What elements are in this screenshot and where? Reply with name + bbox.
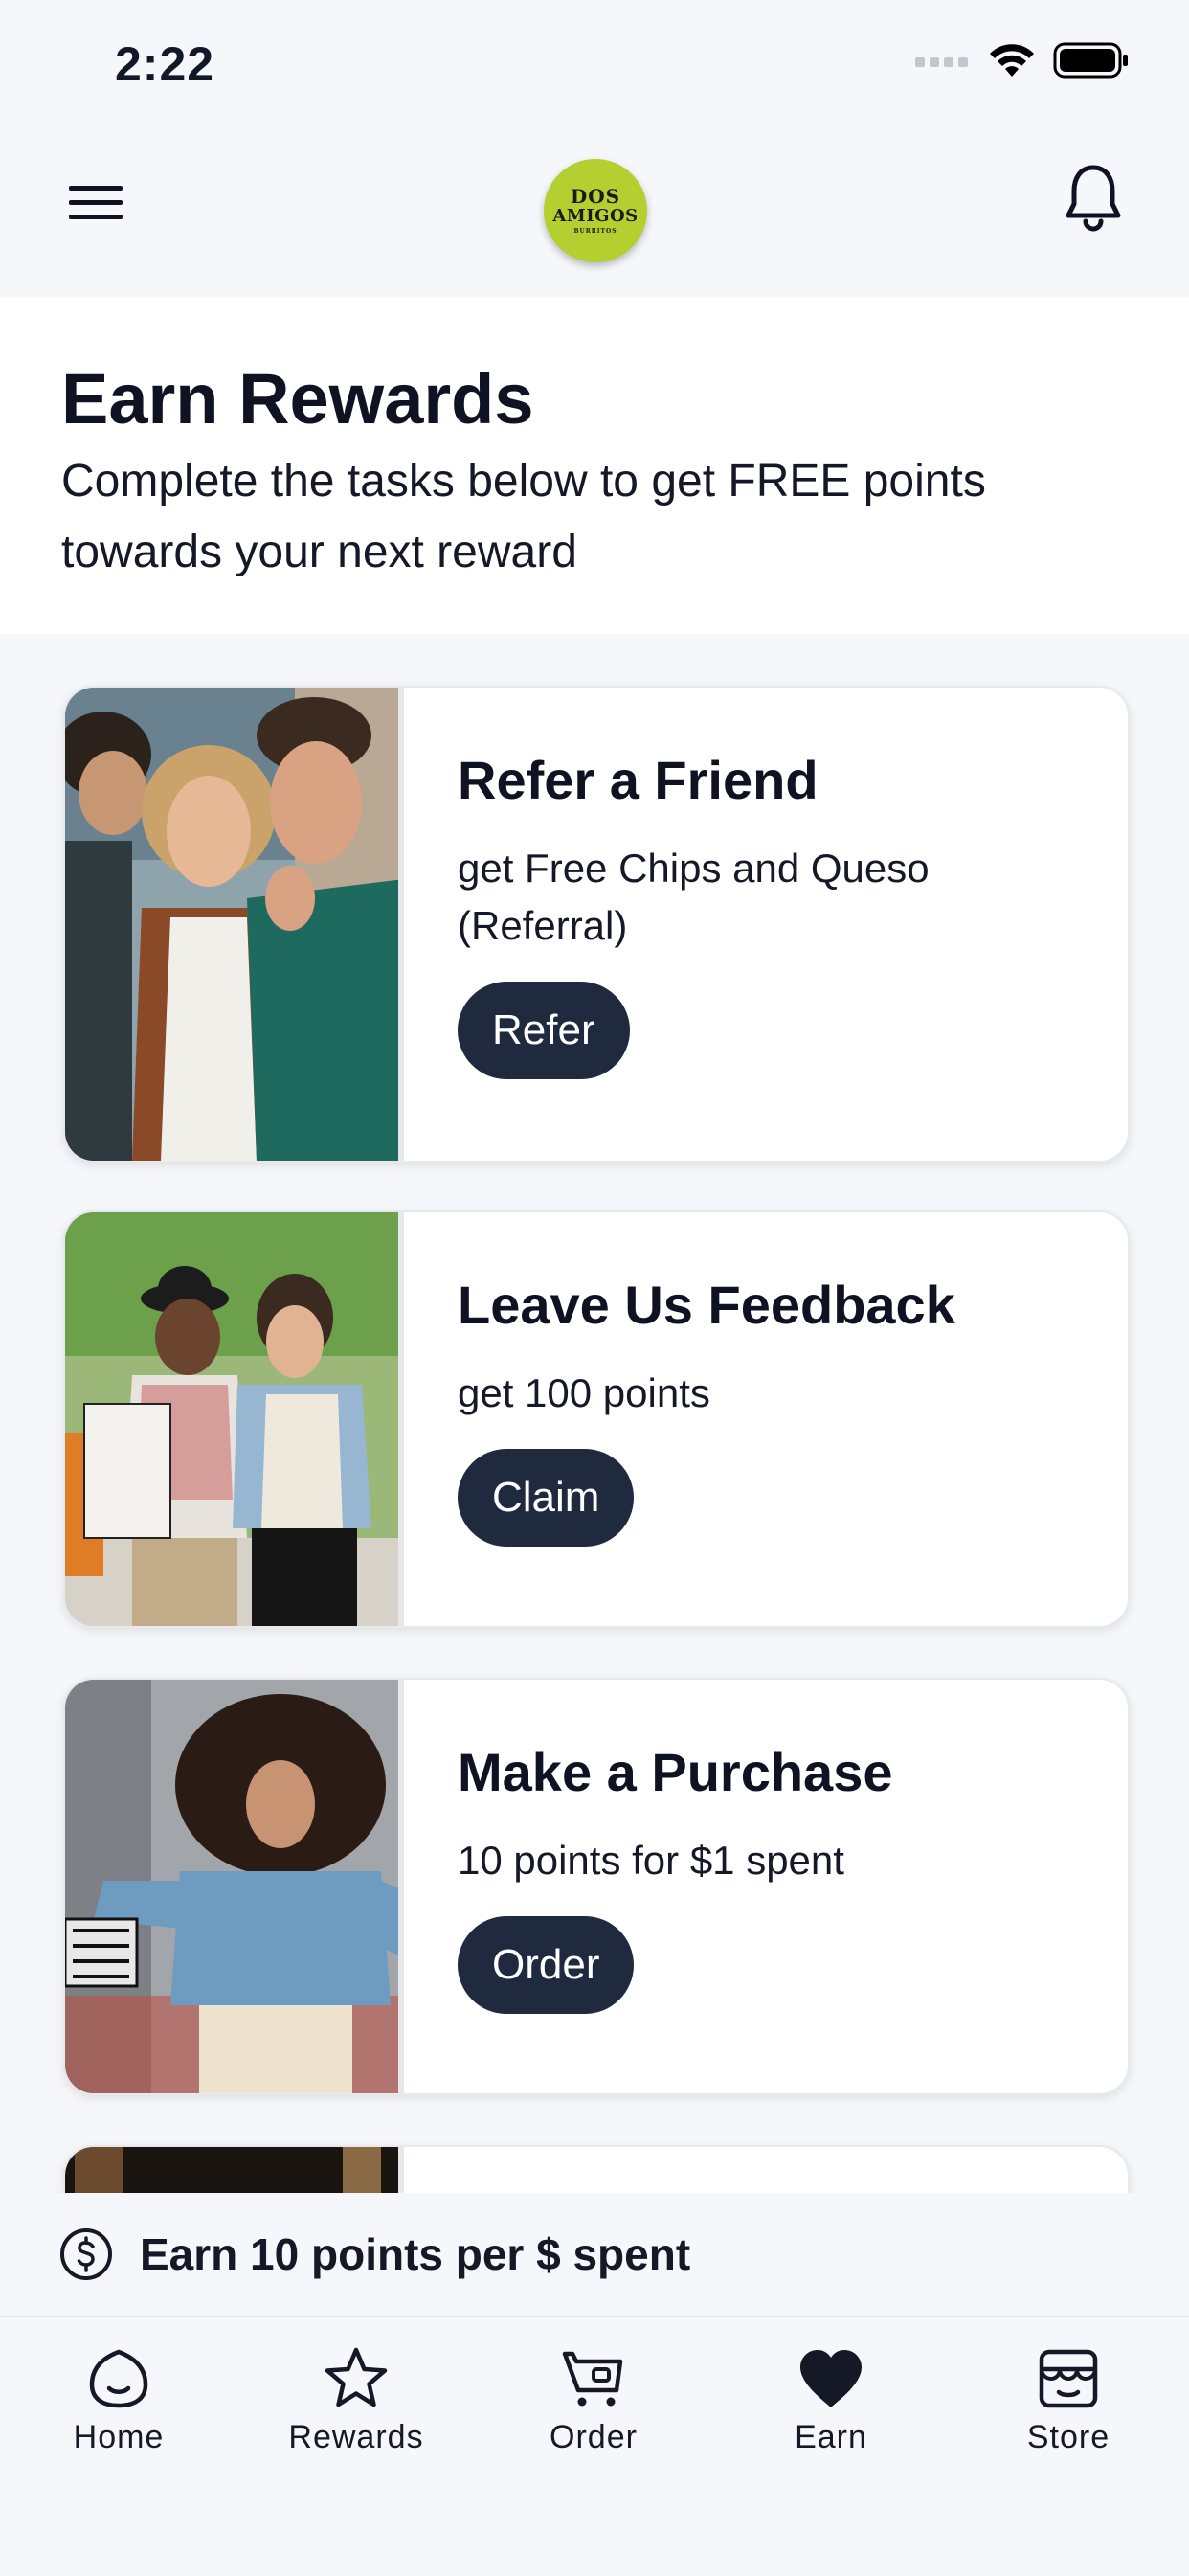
claim-button[interactable]: Claim — [458, 1449, 635, 1547]
tab-label: Rewards — [288, 2419, 424, 2455]
tab-label: Home — [73, 2419, 165, 2455]
task-card-refer[interactable]: Refer a Friend get Free Chips and Queso … — [63, 686, 1130, 1163]
tab-rewards[interactable]: Rewards — [260, 2342, 452, 2476]
tab-store[interactable]: Store — [973, 2342, 1164, 2476]
tab-order[interactable]: Order — [498, 2342, 689, 2476]
star-icon — [320, 2342, 393, 2415]
home-icon — [82, 2342, 155, 2415]
earn-rate-text: Earn 10 points per $ spent — [140, 2229, 691, 2279]
tab-label: Order — [550, 2419, 638, 2455]
purchase-photo — [65, 1680, 404, 2093]
cellular-icon — [915, 57, 968, 67]
tab-earn[interactable]: Earn — [735, 2342, 927, 2476]
bell-icon — [1066, 165, 1121, 232]
refer-card-body: Refer a Friend get Free Chips and Queso … — [458, 749, 1089, 1079]
card-description: get Free Chips and Queso (Referral) — [458, 846, 930, 948]
dollar-circle-icon — [60, 2228, 112, 2280]
menu-icon — [69, 186, 123, 219]
menu-button[interactable] — [57, 165, 134, 241]
status-icons — [915, 42, 1130, 79]
page-header: Earn Rewards Complete the tasks below to… — [0, 297, 1189, 634]
bottom-tab-bar: Home Rewards Order Earn Store — [0, 2316, 1189, 2576]
earn-rate-banner: Earn 10 points per $ spent — [0, 2193, 1189, 2316]
heart-icon — [795, 2342, 867, 2415]
tab-label: Earn — [795, 2419, 867, 2455]
order-button[interactable]: Order — [458, 1916, 635, 2014]
card-title: Make a Purchase — [458, 1742, 893, 1802]
wifi-icon — [990, 44, 1034, 77]
logo-line-3: BURRITOS — [573, 228, 617, 235]
page-subtitle: Complete the tasks below to get FREE poi… — [61, 456, 986, 577]
status-bar: 2:22 — [0, 0, 1189, 124]
store-icon — [1032, 2342, 1105, 2415]
card-title: Leave Us Feedback — [458, 1275, 955, 1335]
brand-logo[interactable]: DOS AMIGOS BURRITOS — [544, 159, 647, 262]
refer-button[interactable]: Refer — [458, 982, 630, 1079]
tab-label: Store — [1026, 2419, 1110, 2455]
card-description: 10 points for $1 spent — [458, 1838, 844, 1883]
feedback-photo — [65, 1212, 404, 1626]
task-card-feedback[interactable]: Leave Us Feedback get 100 points Claim — [63, 1210, 1130, 1628]
logo-line-2: AMIGOS — [552, 206, 639, 226]
card-description: get 100 points — [458, 1370, 710, 1415]
logo-line-1: DOS — [570, 185, 621, 208]
refer-photo — [65, 688, 404, 1161]
tab-home[interactable]: Home — [23, 2342, 214, 2476]
battery-icon — [1053, 42, 1128, 79]
status-time: 2:22 — [115, 37, 215, 91]
purchase-card-body: Make a Purchase 10 points for $1 spent O… — [458, 1741, 1089, 2014]
page-title: Earn Rewards — [61, 359, 534, 439]
top-bar: DOS AMIGOS BURRITOS — [0, 124, 1189, 297]
card-title: Refer a Friend — [458, 750, 819, 810]
notifications-button[interactable] — [1053, 155, 1133, 241]
task-card-purchase[interactable]: Make a Purchase 10 points for $1 spent O… — [63, 1678, 1130, 2095]
feedback-card-body: Leave Us Feedback get 100 points Claim — [458, 1274, 1089, 1547]
cart-icon — [557, 2342, 630, 2415]
